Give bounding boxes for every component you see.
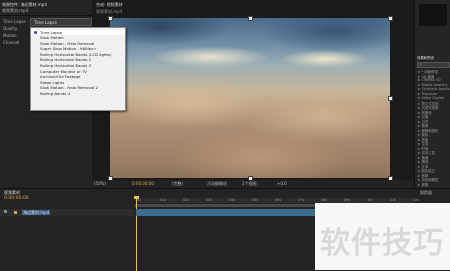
effects-presets-panel: 效果和预设 ⚲ * 动画预设3D 通道CINEMA 4DDigital Anar… [414, 0, 450, 188]
ruler-tick-label: 03s [206, 198, 212, 203]
watermark-text: 软件技巧 [320, 218, 444, 262]
ruler-tick-label: 04s [229, 198, 235, 203]
panel-title[interactable]: 效果和预设 [417, 56, 434, 61]
effects-category-item[interactable]: 遮罩 [418, 182, 428, 187]
view-select[interactable]: 活动摄像机 [207, 181, 227, 186]
composition-frame[interactable] [110, 18, 390, 178]
effects-category-label: Synthetic Aperture [422, 87, 450, 91]
effects-category-label: Trapcode [422, 92, 437, 96]
expand-arrow-icon[interactable] [418, 84, 420, 86]
resolution-select[interactable]: (完整) [172, 181, 183, 186]
label-color-icon[interactable] [14, 211, 17, 214]
effects-category-item[interactable]: CINEMA 4D [418, 78, 441, 82]
ruler-tick-label: 06s [275, 198, 281, 203]
effects-category-label: CINEMA 4D [422, 78, 441, 82]
preset-select-value: Time Lapse [34, 20, 57, 25]
expand-arrow-icon[interactable] [418, 79, 420, 81]
preset-dropdown-menu: Time Lapse Slow Motion Slow Motion - Hal… [30, 27, 126, 111]
layer-name[interactable]: 海边素材.mp4 [22, 210, 50, 215]
effects-category-label: Digital Anarchy [422, 83, 448, 87]
ruler-tick-label: 07s [298, 198, 304, 203]
effect-layer-label: 视频素材.mp4 [2, 8, 28, 13]
zoom-select[interactable]: (50%) [94, 181, 106, 186]
cloud-highlight [280, 50, 370, 68]
sky-shade [260, 18, 390, 53]
playhead-handle[interactable] [134, 196, 139, 199]
preset-option[interactable]: Rolling Bands 4 [31, 91, 125, 97]
exposure-value[interactable]: +0.0 [277, 181, 287, 186]
timeline-current-time[interactable]: 0:00:00:00 [4, 196, 29, 201]
effects-category-item[interactable]: Video Copilot [418, 96, 444, 100]
layer-handle[interactable] [388, 16, 393, 21]
search-icon: ⚲ [419, 62, 422, 67]
ruler-tick-label: 01s [160, 198, 166, 203]
effects-category-label: 遮罩 [422, 183, 429, 187]
expand-arrow-icon[interactable] [418, 93, 420, 95]
effects-category-item[interactable]: Digital Anarchy [418, 83, 447, 87]
effect-row-label: Quality [3, 26, 17, 31]
layer-handle[interactable] [388, 96, 393, 101]
layer-handle[interactable] [108, 16, 113, 21]
effect-row-label: Motion [3, 33, 17, 38]
effects-category-item[interactable]: Trapcode [418, 92, 437, 96]
ruler-tick-label: 05s [252, 198, 258, 203]
ruler-tick-label: 02s [183, 198, 189, 203]
divider [0, 15, 92, 16]
viewer-tab[interactable]: 合成: 视频素材 [96, 2, 123, 7]
timeline-tab[interactable]: 视频素材 [4, 190, 20, 195]
viewer-layer-label: 视频素材.mp4 [96, 9, 122, 14]
effects-category-label: Video Copilot [422, 96, 444, 100]
layer-handle[interactable] [248, 16, 253, 21]
effect-row-label: Channel [3, 40, 19, 45]
effect-controls-tab[interactable]: 效果控件: 海边素材.mp4 [2, 2, 47, 7]
cloud-highlight [150, 46, 270, 68]
expand-arrow-icon[interactable] [418, 97, 420, 99]
expand-arrow-icon[interactable] [418, 184, 420, 186]
sky-shade [110, 18, 230, 46]
tracker-tab[interactable]: 跟踪器 [420, 190, 432, 195]
effects-search-input[interactable]: ⚲ [417, 62, 450, 68]
selected-check-icon [34, 31, 37, 34]
expand-arrow-icon[interactable] [418, 88, 420, 90]
views-select[interactable]: 1个视图 [242, 181, 257, 186]
effect-row-label: Time Lapse [3, 19, 26, 24]
info-preview [419, 4, 447, 26]
viewer-toolbar: (50%) 0:00:00:00 (完整) 活动摄像机 1个视图 +0.0 [92, 180, 414, 188]
visibility-icon[interactable] [4, 210, 7, 213]
time-display[interactable]: 0:00:00:00 [132, 181, 154, 186]
effects-category-item[interactable]: Synthetic Aperture [418, 87, 450, 91]
layer-row[interactable]: 海边素材.mp4 [0, 209, 134, 216]
preset-select[interactable]: Time Lapse [30, 18, 92, 26]
